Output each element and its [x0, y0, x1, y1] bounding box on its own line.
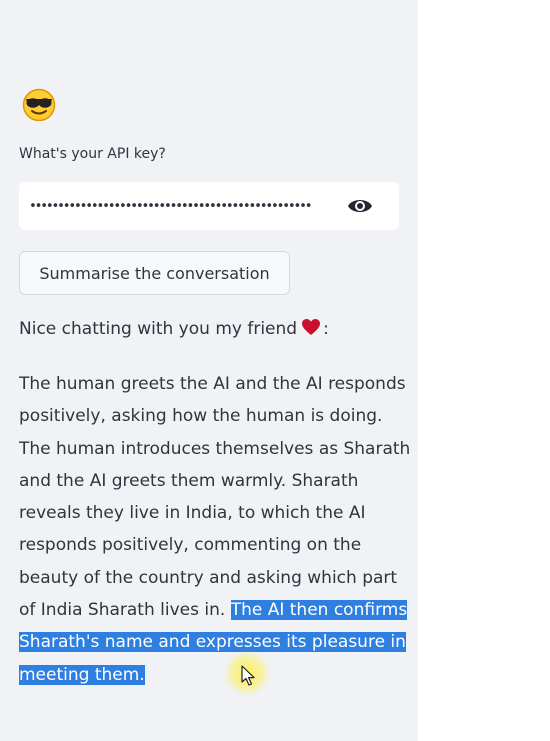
- summary-line: The human greets the AI and the AI respo…: [19, 374, 406, 394]
- mouse-cursor: [224, 650, 270, 696]
- selected-text: The AI then confirms: [230, 600, 408, 621]
- eye-icon[interactable]: [347, 195, 373, 217]
- summary-line: beauty of the country and asking which p…: [19, 567, 398, 588]
- chat-intro-line: Nice chatting with you my friend:: [19, 318, 329, 339]
- conversation-summary: The human greets the AI and the AI respo…: [19, 368, 411, 691]
- sunglasses-emoji-icon: [22, 88, 56, 121]
- selected-text: meeting them.: [19, 664, 145, 685]
- api-key-label: What's your API key?: [19, 146, 166, 162]
- summary-plain-text: of India Sharath lives in.: [19, 600, 231, 621]
- summary-line: reveals they live in India, to which the…: [19, 503, 366, 524]
- summary-line: and the AI greets them warmly. Sharath: [19, 470, 359, 491]
- api-key-field: [19, 182, 399, 230]
- selected-text: Sharath's name and expresses its pleasur…: [19, 632, 406, 653]
- heart-icon: [302, 319, 321, 335]
- cursor-pointer-icon: [241, 665, 255, 686]
- summary-line: responds positively, commenting on the: [19, 535, 362, 556]
- chat-intro-colon: :: [323, 319, 329, 339]
- api-key-input[interactable]: [29, 192, 339, 220]
- summary-line: The human introduces themselves as Shara…: [19, 438, 411, 459]
- main-content-area: [418, 0, 550, 741]
- summary-line: meeting them.: [19, 659, 403, 691]
- summarise-button[interactable]: Summarise the conversation: [19, 251, 290, 295]
- summary-line: positively, asking how the human is doin…: [19, 406, 383, 427]
- chat-intro-text: Nice chatting with you my friend: [19, 319, 298, 339]
- summary-line: of India Sharath lives in. The AI then c…: [19, 594, 408, 626]
- summary-line: Sharath's name and expresses its pleasur…: [19, 626, 406, 658]
- sidebar: What's your API key? Summarise the conve…: [0, 0, 418, 741]
